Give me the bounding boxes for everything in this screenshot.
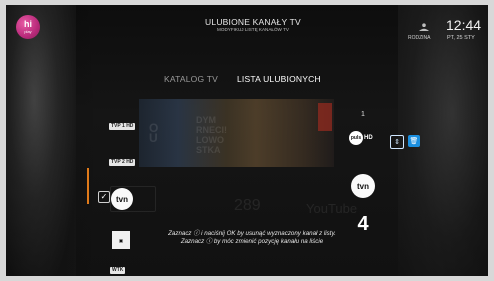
background-poster [139, 99, 334, 167]
logo-sub-text: play [24, 29, 32, 34]
puls-star-icon: puls [349, 131, 363, 145]
user-profile-icon[interactable] [418, 23, 430, 31]
poster-title-ghost: DYM RNECI! LOWO STKA [196, 115, 227, 155]
app-logo: hi play [16, 15, 40, 39]
channel-tvn-logo[interactable]: tvn [111, 188, 133, 210]
favorite-tvn-logo[interactable]: tvn [351, 174, 375, 198]
tv-screen: hi play ULUBIONE KANAŁY TV MODYFIKUJ LIS… [6, 5, 488, 276]
poster-accent [318, 103, 332, 131]
date-label: PT, 25 STY [447, 35, 475, 41]
channel-tvn-checkbox[interactable]: ✓ [98, 191, 110, 203]
channel-wtk-logo[interactable]: WTK [110, 267, 126, 274]
delete-channel-button[interactable]: 🗑 [408, 135, 420, 147]
favorite-tv4-logo[interactable]: 4 [352, 213, 374, 235]
favorite-puls-hd-logo[interactable]: puls HD [349, 129, 381, 147]
selection-indicator [87, 168, 89, 204]
tab-catalog[interactable]: KATALOG TV [164, 74, 218, 84]
ghost-channel-number: 289 [234, 197, 261, 214]
poster-ghost-text: OU [149, 121, 159, 145]
favorite-index: 1 [361, 111, 365, 118]
background-image-left [6, 5, 76, 276]
move-channel-button[interactable]: ⇕ [390, 135, 404, 149]
channel-tvp2-logo[interactable]: TVP 2 HD [109, 159, 136, 166]
ghost-channel-label: YouTube [306, 201, 358, 216]
clock: 12:44 [446, 17, 482, 33]
user-profile-label[interactable]: RODZINA [408, 35, 431, 41]
puls-hd-badge: HD [364, 135, 373, 141]
tab-favorites-list[interactable]: LISTA ULUBIONYCH [237, 74, 321, 84]
page-subtitle: MODYFIKUJ LISTĘ KANAŁÓW TV [217, 27, 289, 32]
logo-main-text: hi [24, 19, 32, 29]
channel-tvp1-logo[interactable]: TVP 1 HD [109, 123, 136, 130]
instruction-hint: Zaznacz ⓘ i naciśnij OK by usunąć wyznac… [168, 230, 336, 246]
channel-logo-generic[interactable]: ▣ [112, 231, 130, 249]
page-title: ULUBIONE KANAŁY TV [205, 17, 301, 27]
